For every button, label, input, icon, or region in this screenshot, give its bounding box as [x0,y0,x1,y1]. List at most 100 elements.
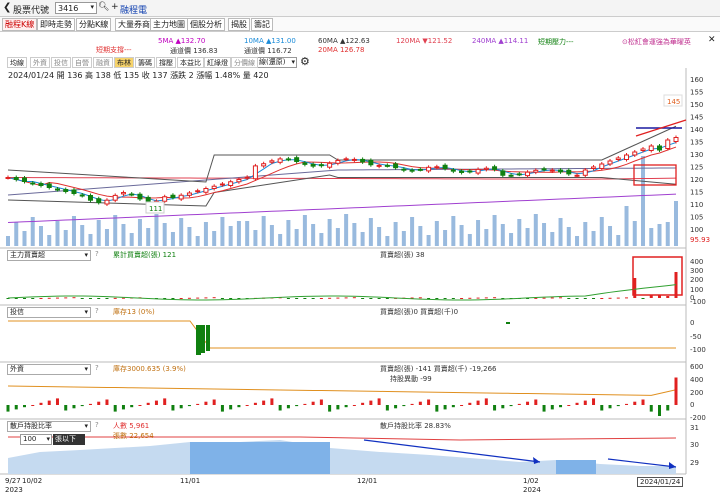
candle-body-57 [475,168,481,174]
panel3-bar-34 [286,405,290,409]
panel4-select[interactable]: 散戶持股比率 ▾ [7,421,91,432]
candle-body-23 [195,190,201,193]
x-label-0102: 1/02 [523,477,539,485]
volume-bar-62 [517,219,522,246]
panel2-axis-2: -100 [690,346,706,354]
candle-body-37 [310,163,316,167]
toolbar-button-1[interactable]: 外資 [30,57,50,68]
candle-body-78 [648,145,654,151]
x-label-1101: 11/01 [180,477,201,485]
panel3-bar-26 [220,405,224,412]
panel2-help-icon[interactable]: ? [95,307,99,315]
panel3-bar-18 [154,400,158,405]
panel4-help-icon[interactable]: ? [95,421,99,429]
panel3-axis-2: 200 [690,389,703,397]
panel2-select[interactable]: 投信 ▾ [7,307,91,318]
panel1-bar-23 [196,297,200,299]
candle-body-2 [21,177,27,182]
panel1-bar-42 [352,297,356,299]
volume-bar-46 [385,236,390,246]
candle-body-21 [178,194,184,200]
panel1-bar-38 [319,298,323,299]
candle-body-55 [459,170,465,173]
last-price-label: 95.93 [690,236,710,244]
panel3-bar-10 [88,403,92,405]
panel3-bar-39 [328,405,332,412]
panel1-bar-44 [369,298,373,299]
candle-body-14 [120,192,126,195]
toolbar-button-3[interactable]: 自營 [72,57,92,68]
panel3-bar-25 [212,399,216,405]
toolbar-button-0[interactable]: 均線 [7,57,27,68]
toolbar-button-6[interactable]: 籌碼 [135,57,155,68]
panel3-bar-59 [493,405,497,411]
panel3-bar-41 [344,405,348,408]
high-price-label: 145 [667,98,680,106]
candle-body-24 [203,188,209,193]
panel1-help-icon[interactable]: ? [95,250,99,258]
toolbar-button-4[interactable]: 融資 [93,57,113,68]
candle-body-80 [665,139,671,149]
panel3-bar-11 [97,401,101,405]
panel3-bar-30 [253,402,257,405]
panel1-bar-43 [361,298,365,299]
volume-bar-80 [665,222,670,246]
panel4-area-dark-1 [190,442,330,474]
candle-body-73 [607,160,613,165]
main-axis-tick-0: 160 [690,76,703,84]
panel3-bar-3 [31,405,35,406]
candle-body-50 [417,168,423,171]
panel3-bar-31 [262,400,266,405]
panel3-bar-64 [534,399,538,405]
candle-body-49 [409,169,415,172]
panel3-bar-43 [361,402,365,405]
toolbar-button-2[interactable]: 投信 [51,57,71,68]
toolbar-button-8[interactable]: 本益比 [177,57,204,68]
candle-body-30 [252,165,258,180]
volume-bar-60 [500,224,505,246]
candle-body-27 [228,181,234,186]
toolbar-button-5[interactable]: 布林 [114,57,134,68]
panel3-bar-45 [377,398,381,405]
panel1-bar-68 [567,298,571,299]
panel3-bar-4 [39,402,43,405]
volume-bar-20 [170,232,175,246]
toolbar-button-7[interactable]: 撐壓 [156,57,176,68]
panel1-select[interactable]: 主力買賣超 ▾ [7,250,91,261]
volume-bar-76 [632,221,637,246]
volume-bar-70 [583,222,588,246]
volume-bar-38 [319,233,324,246]
volume-bar-65 [542,223,547,246]
panel1-bar-8 [72,297,76,299]
panel3-bar-68 [567,405,571,406]
panel1-bar-2 [22,298,26,299]
toolbar-button-10[interactable]: 分價線 [231,57,258,68]
toolbar-button-9[interactable]: 紅綠燈 [204,57,231,68]
panel3-bar-37 [311,401,315,405]
retail-threshold-select[interactable]: 100 ▾ [20,434,52,445]
panel3-bar-15 [130,405,134,408]
volume-bar-25 [212,231,217,246]
panel3-bar-60 [501,405,505,409]
volume-bar-22 [187,227,192,246]
panel3-bar-28 [237,405,241,408]
panel1-bar-13 [113,297,117,299]
candle-body-70 [582,169,588,176]
candle-body-67 [558,169,564,173]
candle-body-0 [5,177,11,179]
panel3-bar-69 [575,402,579,405]
panel3-help-icon[interactable]: ? [95,364,99,372]
volume-bar-14 [121,224,126,246]
volume-bar-40 [335,228,340,246]
panel3-bar-17 [146,402,150,405]
volume-bar-42 [352,223,357,246]
volume-bar-45 [377,227,382,246]
volume-bar-72 [599,217,604,246]
volume-bar-29 [245,221,250,246]
volume-bar-43 [360,232,365,246]
panel3-select[interactable]: 外資 ▾ [7,364,91,375]
panel3-bar-1 [14,405,18,410]
panel1-bar-55 [460,298,464,299]
panel1-bar-71 [592,298,596,299]
panel3-bar-75 [625,403,629,405]
